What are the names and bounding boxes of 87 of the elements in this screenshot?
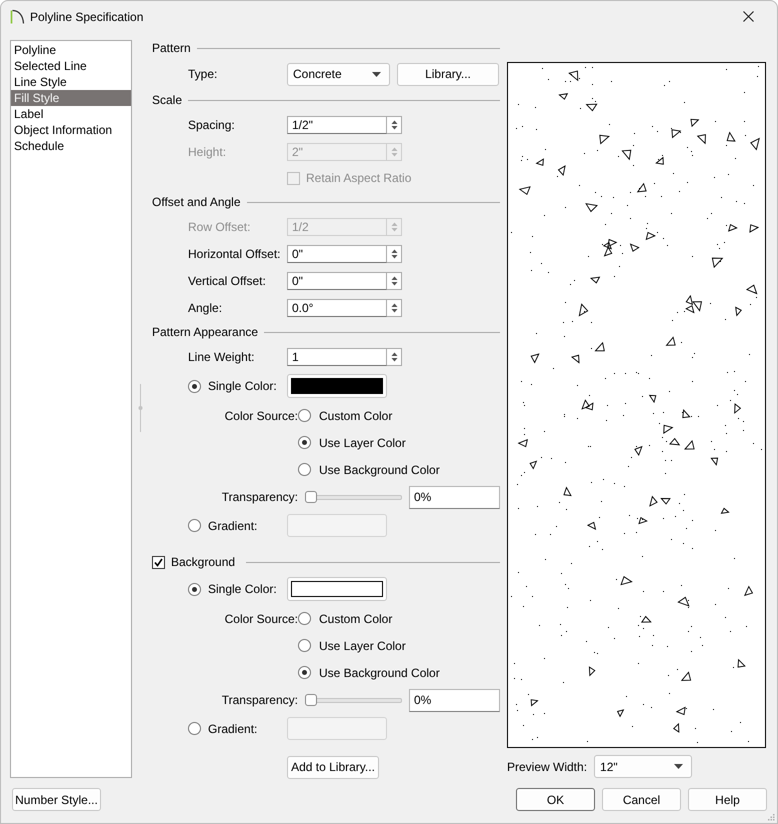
field-label: Vertical Offset: [188,274,266,288]
checkbox-label: Retain Aspect Ratio [306,171,412,185]
slider-track[interactable] [305,694,402,706]
field-label: Horizontal Offset: [188,246,280,260]
up-down-arrows-icon [390,120,398,130]
sidebar-item[interactable]: Label [11,106,131,122]
radio-button[interactable] [298,666,311,679]
ok-button[interactable]: OK [516,788,595,811]
radio-label: Single Color: [208,379,277,393]
arc-icon [10,9,25,24]
radio-button[interactable] [298,612,311,625]
radio-button[interactable] [298,463,311,476]
checkbox-label: Background [171,555,236,569]
sidebar-item[interactable]: Object Information [11,122,131,138]
radio-label: Use Layer Color [319,638,406,652]
sidebar-item[interactable]: Schedule [11,138,131,154]
number-field[interactable]: 1 [287,348,387,366]
field-label: Line Weight: [188,350,254,364]
section-heading: Offset and Angle [152,195,241,209]
radio-label: Use Layer Color [319,436,406,450]
spin-button[interactable] [387,348,402,366]
section-heading: Scale [152,93,182,107]
radio-button[interactable] [188,722,201,735]
number-field[interactable]: 1/2" [287,116,387,134]
dropdown[interactable]: Concrete [287,62,390,86]
up-down-arrows-icon [390,222,398,232]
sidebar-item[interactable]: Selected Line [11,58,131,74]
number-field[interactable]: 0" [287,272,387,290]
sidebar-item[interactable]: Line Style [11,74,131,90]
section-heading: Pattern Appearance [152,325,258,339]
number-style-button[interactable]: Number Style... [12,788,101,811]
cancel-button[interactable]: Cancel [602,788,681,811]
radio-label: Gradient: [208,722,258,736]
field-label: Color Source: [224,408,298,422]
field-label: Preview Width: [507,760,588,774]
number-field[interactable]: 0" [287,244,387,262]
sidebar-item[interactable]: Polyline [11,42,131,58]
help-button[interactable]: Help [688,788,767,811]
close-icon[interactable] [743,11,754,22]
spin-button[interactable] [387,116,402,134]
splitter-handle-icon[interactable] [138,384,142,432]
field-label: Height: [188,144,226,158]
up-down-arrows-icon [390,146,398,156]
radio-button[interactable] [298,639,311,652]
resize-grip-icon[interactable] [768,814,775,821]
field-label: Color Source: [224,612,298,626]
radio-button[interactable] [188,519,201,532]
radio-button[interactable] [298,409,311,422]
radio-label: Use Background Color [319,666,440,680]
slider-track[interactable] [305,490,402,504]
library-button[interactable]: Library... [397,62,499,86]
field-label: Row Offset: [188,220,250,234]
checkbox[interactable] [152,556,165,568]
add-to-library-button[interactable]: Add to Library... [287,756,379,778]
window-title: Polyline Specification [30,10,144,24]
radio-label: Gradient: [208,518,258,532]
field-label: Type: [188,67,218,81]
up-down-arrows-icon [390,352,398,362]
section-heading: Pattern [152,41,191,55]
text-field[interactable]: 0% [409,688,500,712]
caret-down-icon [372,72,381,76]
dropdown[interactable]: 12" [594,755,692,778]
field-label: Transparency: [222,490,298,504]
color-button[interactable] [287,374,387,398]
color-button[interactable] [287,577,387,601]
radio-label: Custom Color [319,612,392,626]
field-label: Spacing: [188,118,235,132]
radio-button[interactable] [188,582,201,596]
up-down-arrows-icon [390,276,398,286]
radio-button[interactable] [298,436,311,449]
up-down-arrows-icon [390,302,398,312]
caret-down-icon [674,764,684,769]
text-field[interactable]: 0% [409,486,500,508]
number-field[interactable]: 0.0° [287,298,387,316]
sidebar-item[interactable]: Fill Style [11,90,131,106]
radio-button[interactable] [188,380,201,392]
spin-button[interactable] [387,244,402,262]
radio-label: Use Background Color [319,462,440,476]
radio-label: Single Color: [208,582,277,596]
slider-thumb[interactable] [305,694,317,706]
radio-label: Custom Color [319,408,392,422]
spin-button[interactable] [387,298,402,316]
spin-button[interactable] [387,272,402,290]
field-label: Transparency: [222,693,298,707]
slider-thumb[interactable] [305,490,317,502]
field-label: Angle: [188,300,222,314]
up-down-arrows-icon [390,248,398,258]
